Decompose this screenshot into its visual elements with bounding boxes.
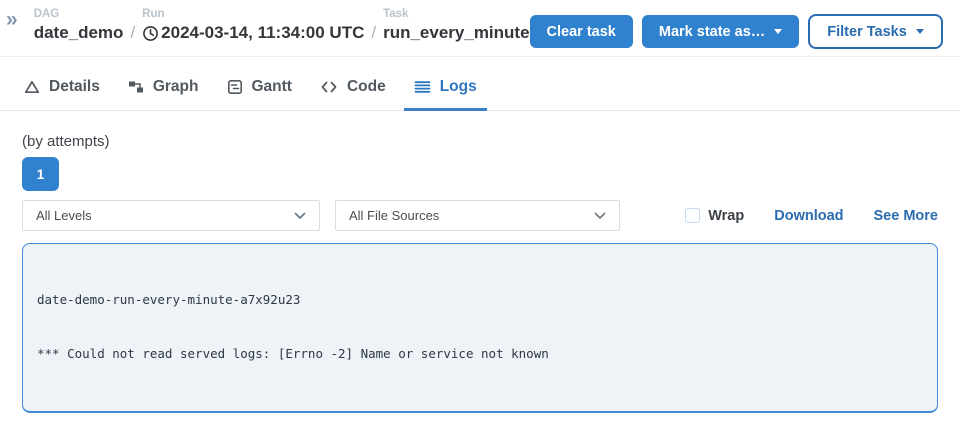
log-level-select[interactable]: All Levels [22, 200, 320, 231]
tab-logs[interactable]: Logs [404, 70, 487, 111]
breadcrumb-run-label: Run [142, 8, 364, 21]
tab-bar: Details Graph Gantt Code [0, 70, 960, 111]
tab-details[interactable]: Details [14, 70, 110, 111]
tab-graph-label: Graph [153, 78, 199, 96]
breadcrumb-dag-value[interactable]: date_demo [34, 23, 124, 43]
log-line: *** Could not read served logs: [Errno -… [37, 345, 923, 363]
attempt-1-button[interactable]: 1 [22, 157, 59, 191]
breadcrumb: DAG date_demo / Run 2024-03-14, 11:34:00… [34, 8, 530, 43]
double-chevron-right-icon[interactable]: » [6, 11, 18, 29]
caret-down-icon [774, 29, 782, 34]
filter-tasks-button[interactable]: Filter Tasks [808, 14, 943, 49]
breadcrumb-run-value[interactable]: 2024-03-14, 11:34:00 UTC [142, 23, 364, 43]
clock-icon [142, 25, 159, 42]
tab-logs-label: Logs [440, 78, 477, 96]
log-level-select-value: All Levels [36, 208, 92, 223]
clear-task-button[interactable]: Clear task [530, 15, 633, 48]
see-more-link[interactable]: See More [874, 208, 938, 224]
wrap-label: Wrap [708, 208, 744, 224]
clear-task-label: Clear task [547, 24, 616, 40]
run-timestamp: 2024-03-14, 11:34:00 UTC [161, 23, 364, 43]
breadcrumb-dag[interactable]: DAG date_demo [34, 8, 124, 43]
breadcrumb-separator: / [364, 23, 383, 43]
mark-state-as-label: Mark state as… [659, 24, 765, 40]
breadcrumb-task-label: Task [383, 8, 529, 21]
tab-code[interactable]: Code [310, 70, 396, 111]
file-source-select-value: All File Sources [349, 208, 439, 223]
breadcrumb-separator: / [123, 23, 142, 43]
wrap-checkbox[interactable] [685, 208, 700, 223]
tab-details-label: Details [49, 78, 100, 96]
code-brackets-icon [320, 79, 338, 95]
download-link[interactable]: Download [774, 208, 843, 224]
mark-state-as-button[interactable]: Mark state as… [642, 15, 799, 48]
breadcrumb-run[interactable]: Run 2024-03-14, 11:34:00 UTC [142, 8, 364, 43]
tab-gantt-label: Gantt [252, 78, 292, 96]
gantt-chart-icon [227, 79, 243, 95]
tab-code-label: Code [347, 78, 386, 96]
breadcrumb-dag-label: DAG [34, 8, 124, 21]
triangle-details-icon [24, 79, 40, 95]
tab-graph[interactable]: Graph [118, 70, 209, 111]
breadcrumb-task-value[interactable]: run_every_minute [383, 23, 529, 43]
log-line: date-demo-run-every-minute-a7x92u23 [37, 291, 923, 309]
file-source-select[interactable]: All File Sources [335, 200, 620, 231]
tab-gantt[interactable]: Gantt [217, 70, 302, 111]
log-lines-icon [414, 79, 431, 95]
attempts-caption: (by attempts) [22, 133, 938, 150]
chevron-down-icon [294, 208, 306, 223]
task-instance-header: » DAG date_demo / Run 2024-03-14, 11:34:… [0, 0, 960, 57]
wrap-toggle[interactable]: Wrap [685, 208, 744, 224]
graph-icon [128, 79, 144, 95]
log-output-box: date-demo-run-every-minute-a7x92u23 *** … [22, 243, 938, 413]
breadcrumb-task[interactable]: Task run_every_minute [383, 8, 529, 43]
chevron-down-icon [594, 208, 606, 223]
log-filters-row: All Levels All File Sources Wrap Downloa… [22, 200, 938, 231]
logs-panel: (by attempts) 1 All Levels All File Sour… [0, 133, 960, 413]
caret-down-icon [916, 29, 924, 34]
filter-tasks-label: Filter Tasks [827, 24, 907, 40]
header-actions: Clear task Mark state as… Filter Tasks [530, 8, 943, 49]
